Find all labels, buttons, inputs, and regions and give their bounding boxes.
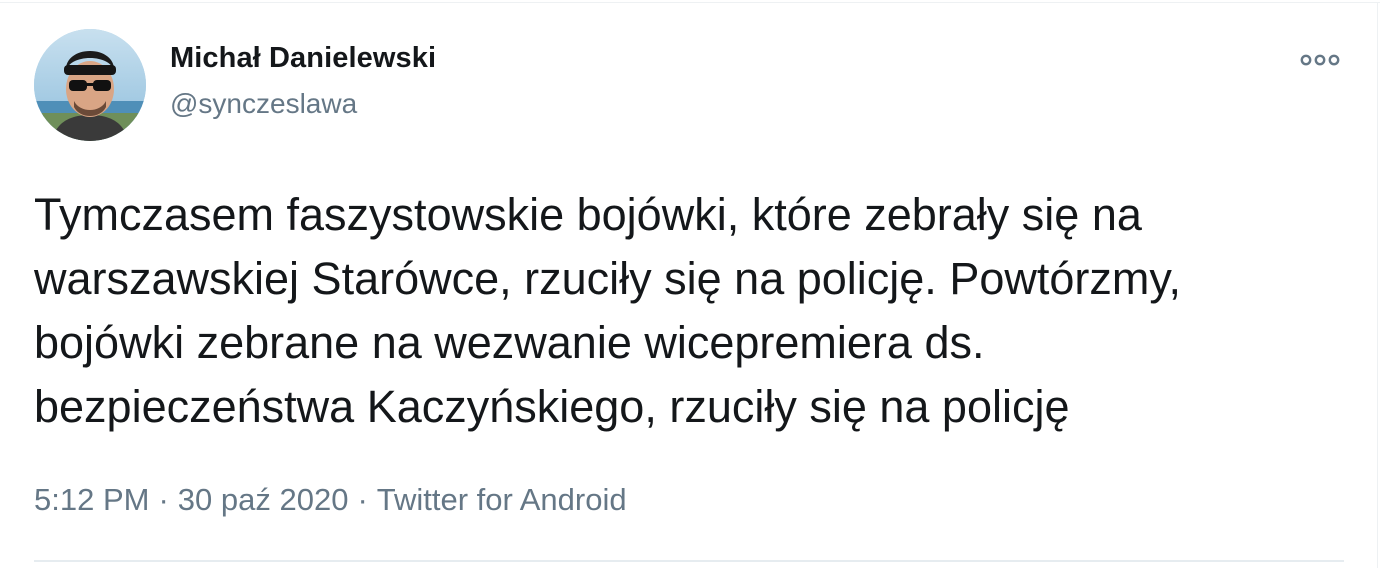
right-border: [1377, 2, 1378, 568]
more-options-button[interactable]: [1296, 46, 1344, 74]
tweet-meta: 5:12 PM · 30 paź 2020 · Twitter for Android: [34, 482, 627, 518]
divider: [34, 560, 1344, 562]
avatar[interactable]: [34, 29, 146, 141]
meta-separator: ·: [158, 482, 169, 517]
meta-separator: ·: [357, 482, 368, 517]
author-handle[interactable]: @synczeslawa: [170, 88, 357, 120]
tweet-text: Tymczasem faszystowskie bojówki, które z…: [34, 189, 1182, 432]
tweet-source-link[interactable]: Twitter for Android: [377, 482, 627, 517]
avatar-image: [34, 29, 146, 141]
tweet-time[interactable]: 5:12 PM: [34, 482, 149, 517]
tweet-date[interactable]: 30 paź 2020: [178, 482, 349, 517]
tweet-card: Michał Danielewski @synczeslawa Tymczase…: [0, 0, 1380, 568]
top-border: [0, 2, 1380, 3]
more-options-icon: [1300, 54, 1340, 66]
author-display-name[interactable]: Michał Danielewski: [170, 42, 436, 75]
